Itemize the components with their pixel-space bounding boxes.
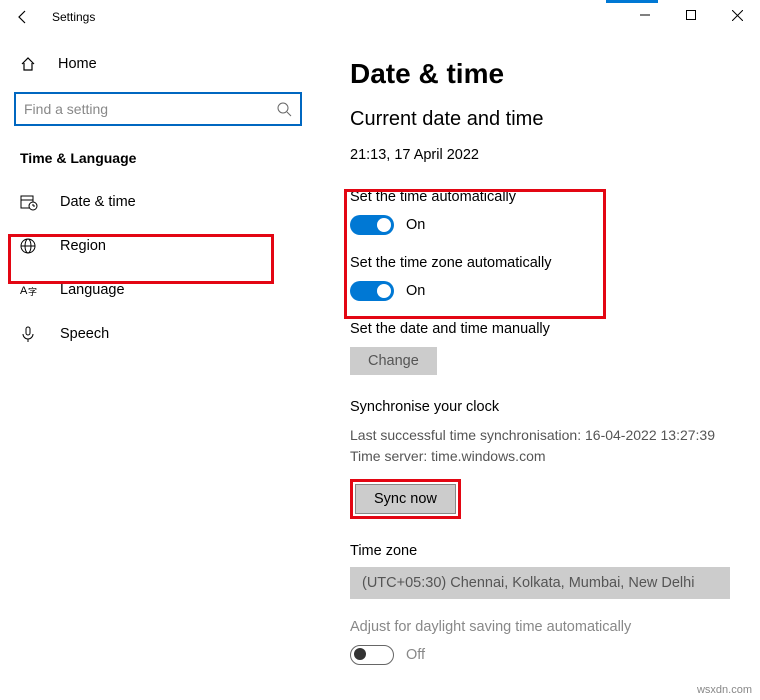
dst-state: Off (406, 647, 425, 663)
sync-last: Last successful time synchronisation: 16… (350, 425, 730, 446)
home-label: Home (58, 56, 97, 72)
search-input[interactable] (24, 101, 264, 117)
minimize-button[interactable] (622, 0, 668, 30)
titlebar: Settings (0, 0, 760, 34)
timezone-select[interactable]: (UTC+05:30) Chennai, Kolkata, Mumbai, Ne… (350, 567, 730, 599)
auto-time-state: On (406, 217, 425, 233)
sidebar: Home Time & Language Date & time Region … (0, 34, 320, 700)
sync-heading: Synchronise your clock (350, 399, 730, 415)
window-title: Settings (52, 10, 95, 24)
auto-tz-toggle[interactable] (350, 281, 394, 301)
page-title: Date & time (350, 58, 730, 90)
home-icon (20, 56, 38, 72)
maximize-button[interactable] (668, 0, 714, 30)
auto-time-toggle[interactable] (350, 215, 394, 235)
nav-date-time[interactable]: Date & time (0, 180, 320, 224)
nav-label: Language (60, 282, 125, 298)
nav-language[interactable]: A字 Language (0, 268, 320, 312)
globe-icon (20, 238, 40, 254)
window-controls (622, 0, 760, 30)
search-icon (276, 101, 292, 117)
auto-tz-state: On (406, 283, 425, 299)
svg-text:字: 字 (28, 286, 37, 297)
highlight-box-sync: Sync now (350, 479, 461, 519)
manual-label: Set the date and time manually (350, 321, 730, 337)
nav-label: Region (60, 238, 106, 254)
dst-toggle (350, 645, 394, 665)
search-box[interactable] (14, 92, 302, 126)
section-subtitle: Current date and time (350, 108, 730, 131)
dst-label: Adjust for daylight saving time automati… (350, 619, 730, 635)
tz-heading: Time zone (350, 543, 730, 559)
sync-now-button[interactable]: Sync now (355, 484, 456, 514)
current-datetime: 21:13, 17 April 2022 (350, 147, 730, 163)
language-icon: A字 (20, 282, 40, 298)
nav-label: Date & time (60, 194, 136, 210)
sync-server: Time server: time.windows.com (350, 446, 730, 467)
close-button[interactable] (714, 0, 760, 30)
content-pane: Date & time Current date and time 21:13,… (320, 34, 760, 700)
auto-time-label: Set the time automatically (350, 189, 730, 205)
category-header: Time & Language (0, 126, 320, 180)
home-nav[interactable]: Home (0, 46, 320, 82)
watermark: wsxdn.com (697, 684, 752, 696)
auto-tz-label: Set the time zone automatically (350, 255, 730, 271)
microphone-icon (20, 326, 40, 342)
back-button[interactable] (12, 6, 34, 28)
change-button[interactable]: Change (350, 347, 437, 375)
nav-region[interactable]: Region (0, 224, 320, 268)
svg-text:A: A (20, 285, 28, 297)
nav-speech[interactable]: Speech (0, 312, 320, 356)
calendar-clock-icon (20, 193, 40, 211)
nav-label: Speech (60, 326, 109, 342)
